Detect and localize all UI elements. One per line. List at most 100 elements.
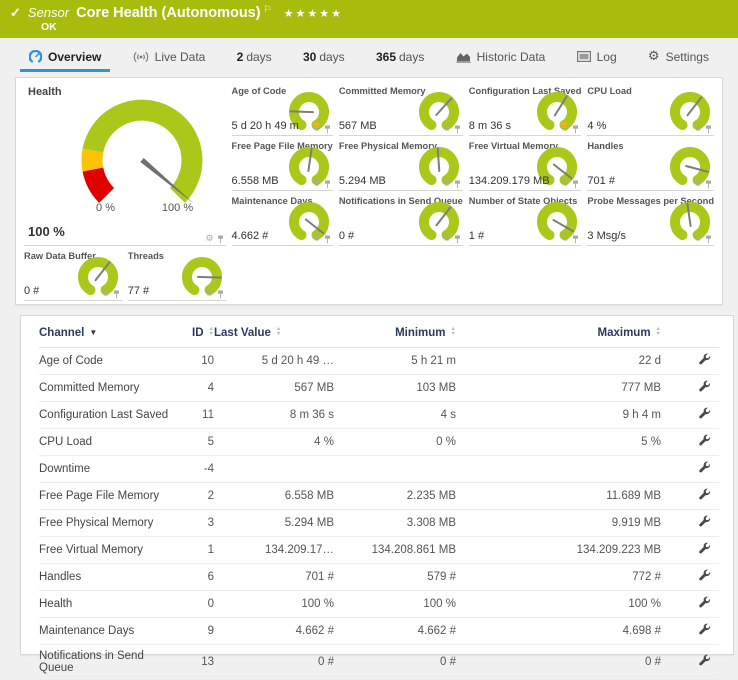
- gauge-value: 5 d 20 h 49 m: [232, 120, 299, 132]
- broadcast-icon: [133, 51, 149, 63]
- cell-id: 13: [179, 645, 214, 680]
- channel-settings-wrench-icon[interactable]: [698, 407, 711, 420]
- pin-icon[interactable]: [217, 290, 224, 299]
- gauge-panel-handles[interactable]: Handles701 #⚙: [587, 139, 714, 191]
- tab-2-days[interactable]: 2days: [232, 38, 277, 75]
- gauge-value: 1 #: [469, 230, 484, 242]
- tab-overview[interactable]: Overview: [24, 38, 106, 75]
- tab-label: Live Data: [155, 50, 206, 64]
- channel-settings-wrench-icon[interactable]: [698, 596, 711, 609]
- gear-icon[interactable]: ⚙: [313, 180, 321, 189]
- gauge-panel-raw-data-buffer[interactable]: Raw Data Buffer0 #⚙: [24, 249, 122, 301]
- gauge-panel-free-page-file-memory[interactable]: Free Page File Memory6.558 MB⚙: [232, 139, 333, 191]
- panel-icons: ⚙: [102, 290, 120, 299]
- tab-log[interactable]: Log: [572, 38, 622, 75]
- cell-minimum: 2.235 MB: [334, 483, 456, 510]
- channel-settings-wrench-icon[interactable]: [698, 488, 711, 501]
- cell-actions: [661, 645, 719, 680]
- pin-icon[interactable]: [572, 235, 579, 244]
- column-header-maximum[interactable]: Maximum▲▼: [456, 318, 661, 348]
- pin-icon[interactable]: [217, 235, 224, 244]
- table-row: Handles6701 #579 #772 #: [39, 564, 719, 591]
- pin-icon[interactable]: [113, 290, 120, 299]
- channel-settings-wrench-icon[interactable]: [698, 654, 711, 667]
- cell-minimum: [334, 456, 456, 483]
- channel-settings-wrench-icon[interactable]: [698, 434, 711, 447]
- priority-stars[interactable]: ★★★★★: [284, 7, 343, 20]
- pin-icon[interactable]: [705, 125, 712, 134]
- cell-maximum: 777 MB: [456, 375, 661, 402]
- gear-icon[interactable]: ⚙: [313, 235, 321, 244]
- pin-icon[interactable]: [454, 235, 461, 244]
- channel-settings-wrench-icon[interactable]: [698, 542, 711, 555]
- pin-icon[interactable]: [324, 125, 331, 134]
- cell-channel: Health: [39, 591, 179, 618]
- pin-icon[interactable]: [454, 180, 461, 189]
- tab-historic-data[interactable]: Historic Data: [451, 38, 551, 75]
- gear-icon[interactable]: ⚙: [694, 180, 702, 189]
- gauge-value: 3 Msg/s: [587, 230, 626, 242]
- gear-icon[interactable]: ⚙: [443, 180, 451, 189]
- gauge-panel-free-virtual-memory[interactable]: Free Virtual Memory134.209.179 MB⚙: [469, 139, 582, 191]
- pin-icon[interactable]: [324, 235, 331, 244]
- gear-icon[interactable]: ⚙: [561, 180, 569, 189]
- channel-settings-wrench-icon[interactable]: [698, 623, 711, 636]
- gear-icon[interactable]: ⚙: [694, 235, 702, 244]
- gear-icon[interactable]: ⚙: [561, 125, 569, 134]
- channel-settings-wrench-icon[interactable]: [698, 461, 711, 474]
- gauge-panel-age-of-code[interactable]: Age of Code5 d 20 h 49 m⚙: [232, 84, 333, 136]
- gear-icon[interactable]: ⚙: [102, 290, 110, 299]
- gauge-panel-number-of-state-objects[interactable]: Number of State Objects1 #⚙: [469, 194, 582, 246]
- gauge-panel-free-physical-memory[interactable]: Free Physical Memory5.294 MB⚙: [339, 139, 463, 191]
- status-badge: OK: [41, 21, 728, 33]
- tab-label-number: 2: [237, 50, 244, 64]
- gauge-panel-maintenance-days[interactable]: Maintenance Days4.662 #⚙: [232, 194, 333, 246]
- health-gauge-panel[interactable]: Health 0 % 100 % 100 % ⚙: [24, 84, 226, 246]
- gauge-panel-probe-messages-per-second[interactable]: Probe Messages per Second3 Msg/s⚙: [587, 194, 714, 246]
- pin-icon[interactable]: [705, 180, 712, 189]
- panel-icons: ⚙: [561, 235, 579, 244]
- gauge-panel-cpu-load[interactable]: CPU Load4 %⚙: [587, 84, 714, 136]
- gauge-panel-configuration-last-saved[interactable]: Configuration Last Saved8 m 36 s⚙: [469, 84, 582, 136]
- gauge-panel-threads[interactable]: Threads77 #⚙: [128, 249, 226, 301]
- gauge-panel-notifications-in-send-queue[interactable]: Notifications in Send Queue0 #⚙: [339, 194, 463, 246]
- panel-icons: ⚙: [443, 235, 461, 244]
- cell-actions: [661, 618, 719, 645]
- gear-icon[interactable]: ⚙: [443, 235, 451, 244]
- gear-icon[interactable]: ⚙: [443, 125, 451, 134]
- channel-settings-wrench-icon[interactable]: [698, 353, 711, 366]
- gauge-panel-committed-memory[interactable]: Committed Memory567 MB⚙: [339, 84, 463, 136]
- cell-minimum: 4.662 #: [334, 618, 456, 645]
- table-row: Configuration Last Saved118 m 36 s4 s9 h…: [39, 402, 719, 429]
- tab-settings[interactable]: ⚙Settings: [643, 38, 714, 75]
- channel-settings-wrench-icon[interactable]: [698, 569, 711, 582]
- flag-icon[interactable]: ⚐: [264, 4, 272, 15]
- cell-actions: [661, 348, 719, 375]
- channel-table: Channel▼ID▲▼Last Value▲▼Minimum▲▼Maximum…: [39, 318, 719, 680]
- gear-icon[interactable]: ⚙: [561, 235, 569, 244]
- channel-settings-wrench-icon[interactable]: [698, 515, 711, 528]
- gear-icon[interactable]: ⚙: [694, 125, 702, 134]
- pin-icon[interactable]: [572, 125, 579, 134]
- tab-30-days[interactable]: 30days: [298, 38, 350, 75]
- gear-icon[interactable]: ⚙: [205, 290, 213, 299]
- cell-minimum: 5 h 21 m: [334, 348, 456, 375]
- panel-icons: ⚙: [443, 125, 461, 134]
- cell-maximum: 772 #: [456, 564, 661, 591]
- column-header-channel[interactable]: Channel▼: [39, 318, 179, 348]
- gear-icon[interactable]: ⚙: [205, 235, 213, 244]
- cell-channel: Notifications in Send Queue: [39, 645, 179, 680]
- tab-label: days: [319, 50, 344, 64]
- pin-icon[interactable]: [572, 180, 579, 189]
- pin-icon[interactable]: [454, 125, 461, 134]
- object-kind-label: Sensor: [28, 5, 69, 20]
- column-header-id[interactable]: ID▲▼: [179, 318, 214, 348]
- gear-icon[interactable]: ⚙: [313, 125, 321, 134]
- pin-icon[interactable]: [705, 235, 712, 244]
- column-header-last-value[interactable]: Last Value▲▼: [214, 318, 334, 348]
- tab-live-data[interactable]: Live Data: [128, 38, 211, 75]
- channel-settings-wrench-icon[interactable]: [698, 380, 711, 393]
- pin-icon[interactable]: [324, 180, 331, 189]
- tab-365-days[interactable]: 365days: [371, 38, 429, 75]
- column-header-minimum[interactable]: Minimum▲▼: [334, 318, 456, 348]
